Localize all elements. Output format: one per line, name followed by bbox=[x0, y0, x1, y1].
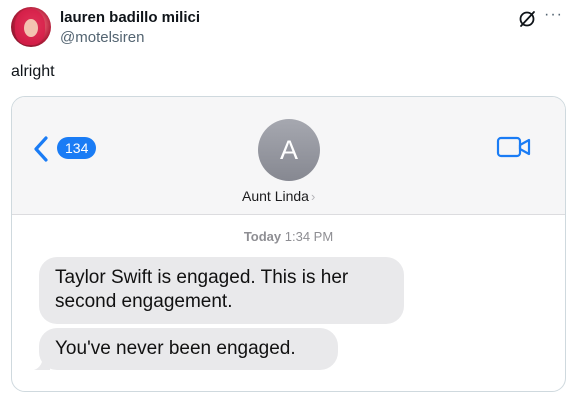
author-display-name[interactable]: lauren badillo milici bbox=[60, 9, 200, 26]
contact-avatar: A bbox=[258, 119, 320, 181]
message-header: 134 A Aunt Linda › bbox=[12, 97, 565, 215]
chevron-left-icon bbox=[34, 136, 48, 162]
timestamp-time: 1:34 PM bbox=[284, 229, 334, 244]
author-avatar[interactable] bbox=[11, 7, 51, 47]
author-handle[interactable]: @motelsiren bbox=[60, 29, 144, 46]
message-bubble: Taylor Swift is engaged. This is her sec… bbox=[39, 257, 404, 324]
timestamp-day: Today bbox=[243, 229, 282, 244]
more-options-icon[interactable]: ··· bbox=[544, 6, 563, 24]
avatar-face bbox=[24, 19, 38, 37]
contact-name-row: Aunt Linda › bbox=[242, 188, 315, 204]
contact-name: Aunt Linda bbox=[242, 188, 309, 204]
message-screenshot-card[interactable]: 134 A Aunt Linda › Today 1:34 PM Taylor S… bbox=[11, 96, 566, 392]
chevron-right-icon: › bbox=[310, 189, 316, 204]
message-bubble: You've never been engaged. bbox=[39, 328, 338, 370]
grok-icon[interactable] bbox=[517, 9, 537, 29]
unread-count-badge: 134 bbox=[57, 137, 97, 159]
video-camera-icon bbox=[496, 136, 531, 158]
tweet-text: alright bbox=[11, 63, 55, 80]
bubble-tail bbox=[34, 354, 50, 370]
message-timestamp: Today 1:34 PM bbox=[12, 229, 565, 244]
